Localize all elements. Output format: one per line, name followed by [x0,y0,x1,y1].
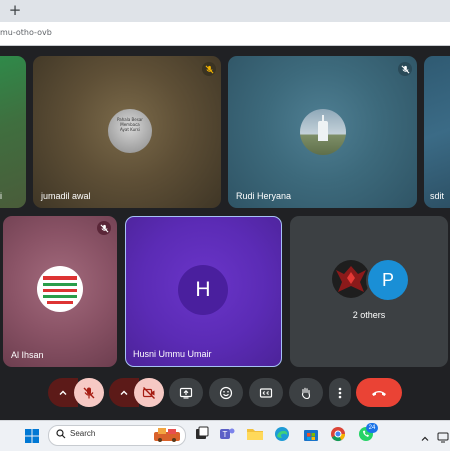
muted-mic-icon [97,221,111,235]
participant-tile-al-ihsan[interactable]: Al Ihsan [3,216,117,367]
tray-chevron-up-icon[interactable] [420,429,430,441]
mic-toggle-button[interactable] [74,378,104,407]
search-icon [56,429,66,439]
taskbar-search-placeholder: Search [70,429,96,438]
svg-text:T: T [223,430,228,439]
url-text: mu-otho-ovb [0,28,52,37]
chevron-up-icon [120,390,128,395]
participant-tile-jumadil-awal[interactable]: Pahala Besar Membaca Ayat Kursi jumadil … [33,56,221,208]
captions-icon [259,387,273,398]
network-icon[interactable] [437,428,450,443]
windows-start-icon[interactable] [25,428,39,443]
chevron-up-icon [59,390,67,395]
camera-toggle-button[interactable] [134,378,164,407]
task-view-icon[interactable] [193,425,211,443]
end-call-button[interactable] [356,378,402,407]
more-vert-icon [338,387,342,398]
microsoft-store-icon[interactable] [302,425,320,443]
avatar-poster-line-3: Ayat Kursi [120,127,140,132]
new-tab-button[interactable]: + [7,2,23,18]
chrome-icon[interactable] [329,425,347,443]
participant-avatar: Pahala Besar Membaca Ayat Kursi [108,109,152,153]
address-bar[interactable]: mu-otho-ovb [0,22,450,46]
avatar-initial: P [381,269,394,290]
avatar-initial: H [195,278,211,301]
present-screen-button[interactable] [169,378,203,407]
edge-browser-icon[interactable] [273,425,291,443]
teams-icon[interactable]: T [218,425,236,443]
muted-mic-icon [398,62,412,76]
participant-avatar: P [368,260,408,300]
hang-up-icon [372,390,386,396]
present-screen-icon [179,387,193,399]
participant-tile-left-partial[interactable]: i [0,56,26,208]
file-explorer-icon[interactable] [246,425,264,443]
others-count-label: 2 others [352,310,386,320]
muted-mic-icon [202,62,216,76]
others-tile[interactable]: P 2 others [290,216,448,367]
reactions-button[interactable] [209,378,243,407]
participant-tile-right-partial[interactable]: sdit [424,56,450,208]
participant-avatar [332,260,370,298]
captions-button[interactable] [249,378,283,407]
mic-off-icon [83,387,95,398]
browser-tab-bar: + [0,0,450,22]
participant-tile-rudi-heryana[interactable]: Rudi Heryana [228,56,417,208]
hand-icon [301,387,311,399]
whatsapp-notification-badge: 24 [366,423,378,433]
emoji-icon [219,386,233,399]
search-highlight-illustration-icon [152,426,182,443]
participant-tile-husni-ummu-umair[interactable]: H Husni Ummu Umair [125,216,282,367]
participant-name: sdit [430,191,445,201]
participant-avatar [300,109,346,155]
participant-avatar [37,266,83,312]
participant-name: jumadil awal [41,191,91,201]
more-options-button[interactable] [329,378,351,407]
participant-avatar: H [178,265,228,315]
participant-name: Al Ihsan [11,350,44,360]
participant-name: Rudi Heryana [236,191,292,201]
participant-name: i [0,191,2,201]
camera-off-icon [142,386,155,399]
raise-hand-button[interactable] [289,378,323,407]
participant-name: Husni Ummu Umair [133,349,212,359]
